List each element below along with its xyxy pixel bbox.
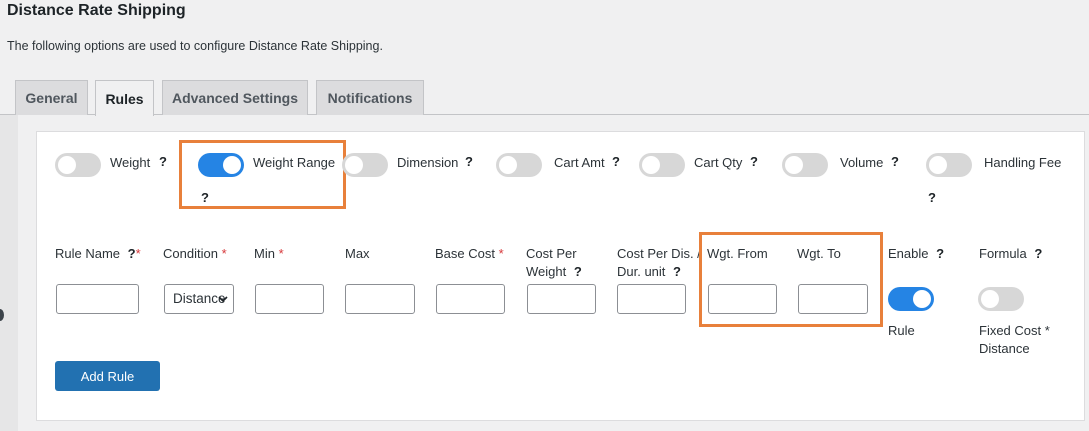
- help-icon[interactable]: ?: [936, 246, 944, 261]
- base-cost-input[interactable]: [436, 284, 505, 314]
- toggle-cart-amt[interactable]: [496, 153, 542, 177]
- max-input[interactable]: [345, 284, 415, 314]
- required-marker: *: [498, 246, 504, 261]
- toggle-cart-qty[interactable]: [639, 153, 685, 177]
- toggle-label-cart-qty: Cart Qty: [694, 155, 743, 170]
- wgt-from-input[interactable]: [708, 284, 777, 314]
- help-icon[interactable]: ?: [612, 154, 620, 169]
- condition-select[interactable]: Distance: [164, 284, 234, 314]
- help-icon[interactable]: ?: [159, 154, 167, 169]
- toggle-label-handling-fee: Handling Fee: [984, 155, 1062, 170]
- help-icon[interactable]: ?: [673, 264, 681, 279]
- col-header-min: Min *: [254, 246, 284, 261]
- col-header-cost-per-weight: Cost Per Weight ?: [526, 246, 582, 279]
- col-header-condition: Condition *: [163, 246, 227, 261]
- help-icon[interactable]: ?: [128, 246, 136, 261]
- help-icon[interactable]: ?: [465, 154, 473, 169]
- rule-name-input[interactable]: [56, 284, 139, 314]
- formula-toggle[interactable]: [978, 287, 1024, 311]
- left-strip: [0, 115, 18, 431]
- wgt-to-input[interactable]: [798, 284, 868, 314]
- enable-rule-toggle[interactable]: [888, 287, 934, 311]
- help-icon[interactable]: ?: [891, 154, 899, 169]
- page-description: The following options are used to config…: [7, 39, 383, 53]
- cost-per-weight-input[interactable]: [527, 284, 596, 314]
- toggle-label-volume: Volume: [840, 155, 884, 170]
- toggle-handling-fee[interactable]: [926, 153, 972, 177]
- chevron-down-icon: [218, 296, 228, 303]
- col-header-wgt-from: Wgt. From: [707, 246, 768, 261]
- formula-caption: Fixed Cost * Distance: [979, 323, 1050, 356]
- toggle-label-weight: Weight: [110, 155, 151, 170]
- min-input[interactable]: [255, 284, 324, 314]
- required-marker: *: [278, 246, 284, 261]
- toggle-dimension[interactable]: [342, 153, 388, 177]
- tab-general[interactable]: General: [15, 80, 88, 115]
- required-marker: *: [135, 246, 141, 261]
- toggle-label-weight-range: Weight Range: [253, 155, 336, 170]
- toggle-weight[interactable]: [55, 153, 101, 177]
- tab-rules[interactable]: Rules: [95, 80, 154, 116]
- required-marker: *: [221, 246, 227, 261]
- toggle-volume[interactable]: [782, 153, 828, 177]
- col-header-max: Max: [345, 246, 370, 261]
- add-rule-button[interactable]: Add Rule: [55, 361, 160, 391]
- cost-per-distance-input[interactable]: [617, 284, 686, 314]
- help-icon[interactable]: ?: [1034, 246, 1042, 261]
- col-header-formula: Formula ?: [979, 246, 1043, 261]
- col-header-rule-name: Rule Name ?*: [55, 246, 141, 261]
- enable-caption: Rule: [888, 323, 915, 338]
- help-icon[interactable]: ?: [928, 190, 936, 205]
- toggle-label-dimension: Dimension: [397, 155, 459, 170]
- col-header-wgt-to: Wgt. To: [797, 246, 841, 261]
- tab-advanced-settings[interactable]: Advanced Settings: [162, 80, 308, 115]
- help-icon[interactable]: ?: [574, 264, 582, 279]
- col-header-cost-per-distance: Cost Per Dis. / Dur. unit ?: [617, 246, 701, 279]
- help-icon[interactable]: ?: [750, 154, 758, 169]
- panel-bottom-band: [36, 421, 1089, 431]
- col-header-base-cost: Base Cost *: [435, 246, 504, 261]
- toggle-label-cart-amt: Cart Amt: [554, 155, 605, 170]
- toggle-weight-range[interactable]: [198, 153, 244, 177]
- tab-notifications[interactable]: Notifications: [316, 80, 424, 115]
- help-icon[interactable]: ?: [201, 190, 209, 205]
- col-header-enable: Enable ?: [888, 246, 945, 261]
- page-title: Distance Rate Shipping: [7, 2, 186, 19]
